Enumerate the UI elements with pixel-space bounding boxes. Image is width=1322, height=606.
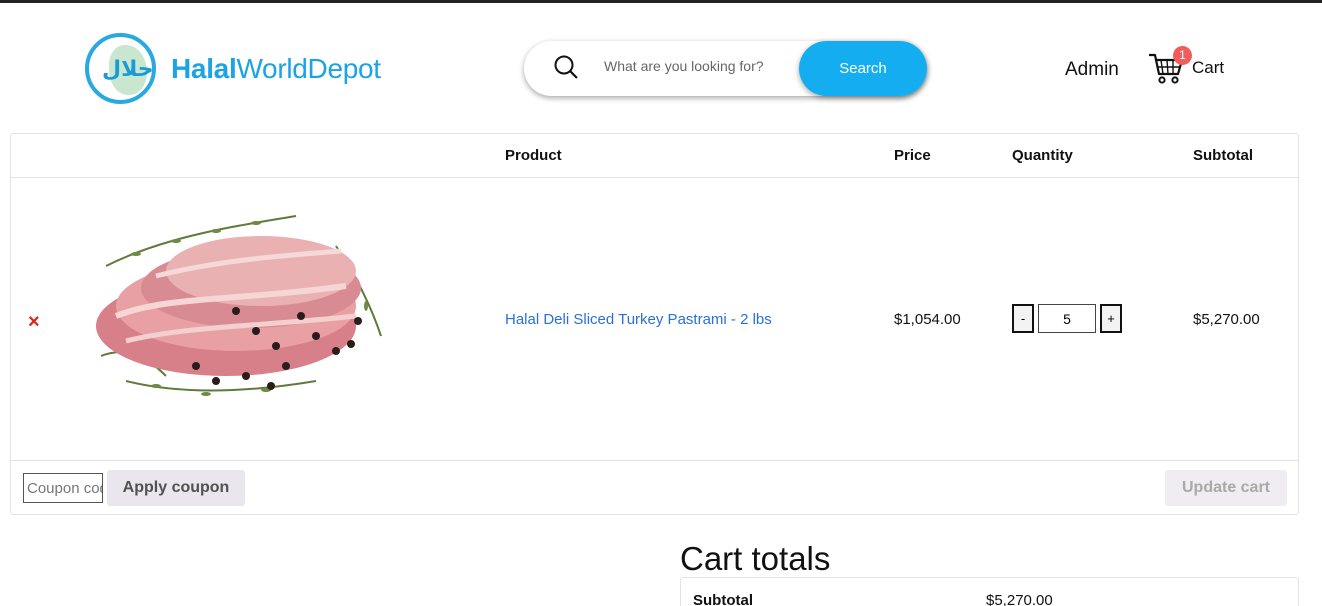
header-product: Product xyxy=(505,147,562,164)
search-bar: Search xyxy=(524,41,927,96)
cart-totals-heading: Cart totals xyxy=(680,540,831,577)
cart-totals-table: Subtotal $5,270.00 xyxy=(680,577,1299,606)
search-input[interactable] xyxy=(604,58,794,74)
totals-subtotal-label: Subtotal xyxy=(693,592,753,606)
header-quantity: Quantity xyxy=(1012,147,1073,164)
apply-coupon-button[interactable]: Apply coupon xyxy=(107,470,245,506)
header-subtotal: Subtotal xyxy=(1193,147,1253,164)
product-thumbnail[interactable] xyxy=(86,206,386,431)
coupon-code-input[interactable] xyxy=(23,473,103,503)
top-border xyxy=(0,0,1322,3)
totals-subtotal-value: $5,270.00 xyxy=(986,592,1053,606)
remove-item-button[interactable]: × xyxy=(28,311,40,334)
table-row: × Halal Deli Sliced Turkey Pastrami - 2 … xyxy=(11,178,1298,461)
table-header: Product Price Quantity Subtotal xyxy=(11,134,1298,178)
row-subtotal: $5,270.00 xyxy=(1193,311,1260,328)
search-button[interactable]: Search xyxy=(799,41,927,96)
logo-arabic-text: حلال xyxy=(102,57,154,82)
quantity-decrease-button[interactable]: - xyxy=(1012,304,1034,333)
search-icon xyxy=(554,55,578,79)
logo-rest-text: WorldDepot xyxy=(236,52,381,84)
logo-emblem-icon: حلال xyxy=(85,33,156,104)
product-name-link[interactable]: Halal Deli Sliced Turkey Pastrami - 2 lb… xyxy=(505,311,772,328)
quantity-stepper: - + xyxy=(1012,304,1122,333)
update-cart-button[interactable]: Update cart xyxy=(1165,470,1287,506)
site-logo[interactable]: حلال HalalWorldDepot xyxy=(85,33,381,104)
cart-label: Cart xyxy=(1192,58,1225,77)
product-price: $1,054.00 xyxy=(894,311,961,328)
cart-actions: Apply coupon Update cart xyxy=(11,461,1298,515)
logo-bold-text: Halal xyxy=(171,52,237,84)
cart-link[interactable]: 1 Cart xyxy=(1148,46,1225,86)
header-price: Price xyxy=(894,147,931,164)
admin-link[interactable]: Admin xyxy=(1065,59,1119,81)
quantity-increase-button[interactable]: + xyxy=(1100,304,1122,333)
cart-count-badge: 1 xyxy=(1173,46,1192,65)
quantity-input[interactable] xyxy=(1038,304,1096,333)
shopping-cart-icon: 1 xyxy=(1148,46,1192,86)
logo-wordmark: HalalWorldDepot xyxy=(171,53,381,85)
cart-table: Product Price Quantity Subtotal × Halal … xyxy=(10,133,1299,515)
